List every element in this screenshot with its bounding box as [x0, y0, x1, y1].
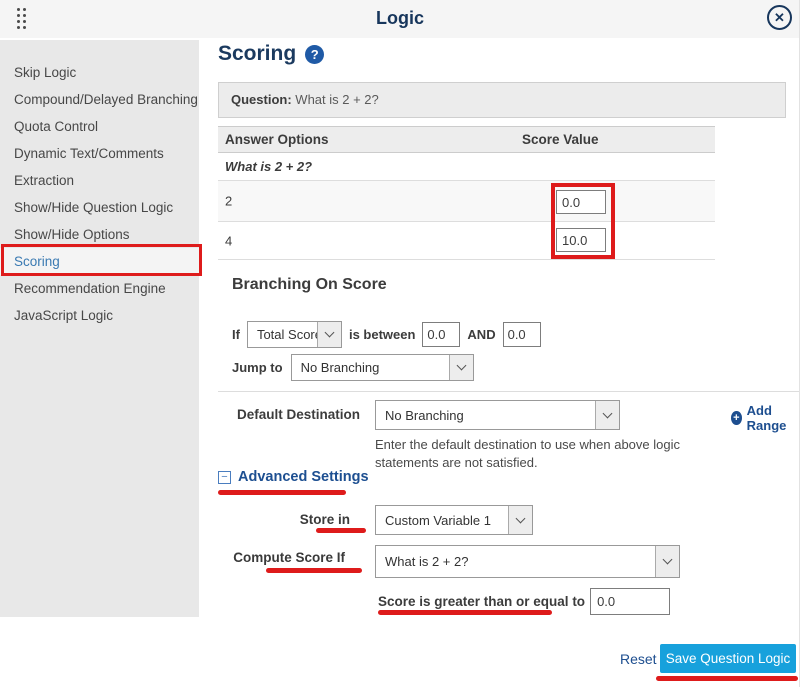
store-in-select[interactable]: Custom Variable 1 [375, 505, 533, 535]
store-in-label: Store in [218, 512, 350, 527]
sidebar-item-skip-logic[interactable]: Skip Logic [0, 59, 199, 86]
score-value-input[interactable] [556, 190, 606, 214]
modal-title: Logic [0, 8, 800, 29]
question-box: Question: What is 2 + 2? [218, 82, 786, 118]
question-label: Question: [231, 92, 292, 107]
branching-condition-row: If Total Score is between AND [232, 321, 541, 348]
reset-link[interactable]: Reset [620, 651, 657, 667]
column-header-answer-options: Answer Options [225, 127, 329, 152]
close-icon[interactable]: ✕ [767, 5, 792, 30]
page-title-row: Scoring ? [218, 42, 324, 66]
help-icon[interactable]: ? [305, 45, 324, 64]
advanced-settings-toggle[interactable]: − Advanced Settings [218, 469, 369, 485]
table-question-group-row: What is 2 + 2? [218, 153, 715, 181]
modal-header: Logic ✕ [0, 0, 800, 38]
chevron-down-icon [449, 355, 473, 380]
annotation-underline-advanced-settings [218, 490, 346, 495]
logic-modal: Logic ✕ Skip Logic Compound/Delayed Bran… [0, 0, 800, 687]
chevron-down-icon [508, 506, 532, 534]
page-title: Scoring [218, 42, 296, 66]
collapse-minus-icon: − [218, 471, 231, 484]
table-row: 4 [218, 222, 715, 260]
section-divider [218, 391, 800, 392]
sidebar-item-dynamic-text-comments[interactable]: Dynamic Text/Comments [0, 140, 199, 167]
add-range-plus-icon: + [731, 411, 742, 425]
range-from-input[interactable] [422, 322, 460, 347]
compute-score-if-label: Compute Score If [218, 550, 345, 565]
is-between-label: is between [349, 327, 415, 342]
add-range-label: Add Range [747, 403, 799, 433]
save-question-logic-button[interactable]: Save Question Logic [660, 644, 796, 673]
score-source-select[interactable]: Total Score [247, 321, 342, 348]
answer-option-label: 2 [225, 194, 232, 209]
annotation-underline-compute-score-if [266, 568, 362, 573]
jump-to-label: Jump to [232, 360, 283, 375]
score-value-input[interactable] [556, 228, 606, 252]
sidebar-item-quota-control[interactable]: Quota Control [0, 113, 199, 140]
add-range-link[interactable]: + Add Range [731, 403, 799, 433]
sidebar-item-show-hide-options[interactable]: Show/Hide Options [0, 221, 199, 248]
and-label: AND [467, 327, 495, 342]
logic-sidebar: Skip Logic Compound/Delayed Branching Qu… [0, 40, 199, 617]
jump-to-select[interactable]: No Branching [291, 354, 474, 381]
score-gte-input[interactable] [590, 588, 670, 615]
column-header-score-value: Score Value [522, 127, 599, 152]
question-text: What is 2 + 2? [295, 92, 378, 107]
chevron-down-icon [655, 546, 679, 577]
sidebar-item-extraction[interactable]: Extraction [0, 167, 199, 194]
annotation-underline-store-in [316, 528, 366, 533]
default-destination-select[interactable]: No Branching [375, 400, 620, 430]
sidebar-item-javascript-logic[interactable]: JavaScript Logic [0, 302, 199, 329]
sidebar-item-show-hide-question-logic[interactable]: Show/Hide Question Logic [0, 194, 199, 221]
jump-to-row: Jump to No Branching [232, 354, 474, 381]
sidebar-item-compound-delayed-branching[interactable]: Compound/Delayed Branching [0, 86, 199, 113]
chevron-down-icon [595, 401, 619, 429]
branching-on-score-title: Branching On Score [232, 276, 387, 294]
chevron-down-icon [317, 322, 341, 347]
score-gte-label: Score is greater than or equal to [378, 594, 585, 609]
advanced-settings-label: Advanced Settings [238, 469, 369, 485]
score-threshold-row: Score is greater than or equal to [378, 588, 670, 615]
sidebar-item-scoring[interactable]: Scoring [0, 248, 199, 275]
answer-option-label: 4 [225, 233, 232, 248]
table-header-row: Answer Options Score Value [218, 126, 715, 153]
compute-score-if-select[interactable]: What is 2 + 2? [375, 545, 680, 578]
table-row: 2 [218, 181, 715, 222]
annotation-underline-save-button [656, 676, 798, 681]
if-label: If [232, 327, 240, 342]
sidebar-item-recommendation-engine[interactable]: Recommendation Engine [0, 275, 199, 302]
default-destination-help-text: Enter the default destination to use whe… [375, 436, 705, 471]
range-to-input[interactable] [503, 322, 541, 347]
default-destination-label: Default Destination [218, 407, 360, 422]
